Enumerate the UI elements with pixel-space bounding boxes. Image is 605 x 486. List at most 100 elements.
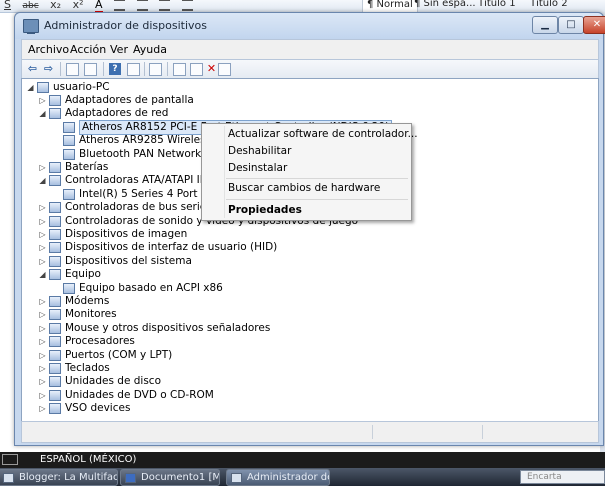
expand-icon[interactable]: ▷ bbox=[38, 389, 47, 402]
menu-item-disable[interactable]: Deshabilitar bbox=[228, 145, 291, 157]
language-bar: ESPAÑOL (MÉXICO) bbox=[0, 452, 605, 468]
expand-icon[interactable]: ▷ bbox=[38, 308, 47, 321]
scan-hardware-icon[interactable] bbox=[149, 63, 162, 76]
tree-node-label: Dispositivos de interfaz de usuario (HID… bbox=[65, 241, 278, 254]
device-manager-icon bbox=[23, 19, 39, 34]
menu-ver[interactable]: Ver bbox=[110, 43, 128, 56]
properties-icon[interactable] bbox=[84, 63, 97, 76]
collapse-icon[interactable]: ◢ bbox=[38, 174, 47, 187]
expand-icon[interactable]: ▷ bbox=[38, 94, 47, 107]
tree-node-label: Baterías bbox=[65, 161, 109, 173]
enable-device-icon[interactable] bbox=[218, 63, 231, 76]
menu-item-properties[interactable]: Propiedades bbox=[228, 204, 302, 216]
menu-item-update-driver[interactable]: Actualizar software de controlador... bbox=[228, 128, 418, 140]
expand-icon[interactable]: ▷ bbox=[38, 322, 47, 335]
view-icon[interactable] bbox=[127, 63, 140, 76]
uninstall-device-icon[interactable]: ✕ bbox=[204, 62, 219, 76]
strike-abc-button[interactable]: abc bbox=[22, 1, 38, 11]
device-icon bbox=[63, 148, 75, 160]
maximize-button[interactable]: □ bbox=[558, 16, 584, 34]
status-bar bbox=[21, 421, 599, 443]
collapse-icon[interactable]: ◢ bbox=[38, 268, 47, 281]
taskbar-item-label: Blogger: La Multifac... bbox=[19, 472, 118, 483]
taskbar-item-word[interactable]: Documento1 [Modo ... bbox=[120, 469, 220, 486]
context-menu: Actualizar software de controlador... De… bbox=[201, 123, 418, 221]
style-heading-2[interactable]: Título 2 bbox=[530, 0, 568, 9]
close-button[interactable]: ✕ bbox=[583, 16, 605, 34]
expand-icon[interactable]: ▷ bbox=[38, 402, 47, 415]
menu-ayuda[interactable]: Ayuda bbox=[133, 43, 167, 56]
style-no-spacing[interactable]: ¶ Sin espa... bbox=[414, 0, 476, 9]
menu-archivo[interactable]: Archivo bbox=[28, 43, 69, 56]
align-right-icon[interactable] bbox=[159, 0, 171, 11]
device-icon bbox=[49, 95, 61, 106]
device-icon bbox=[49, 336, 61, 348]
expand-icon[interactable]: ▷ bbox=[38, 375, 47, 388]
tree-node-label: Puertos (COM y LPT) bbox=[65, 348, 173, 361]
device-icon bbox=[49, 309, 61, 321]
device-icon bbox=[49, 349, 61, 361]
tree-node-label: Procesadores bbox=[65, 335, 135, 348]
tree-node-label: Controladoras ATA/ATAPI IDE bbox=[65, 174, 215, 187]
tree-view-icon[interactable] bbox=[66, 63, 79, 76]
close-icon: ✕ bbox=[592, 19, 602, 30]
collapse-icon[interactable]: ◢ bbox=[26, 81, 35, 94]
expand-icon[interactable]: ▷ bbox=[38, 295, 47, 308]
title-bar[interactable]: Administrador de dispositivos ▁ □ ✕ bbox=[15, 13, 605, 39]
menu-item-uninstall[interactable]: Desinstalar bbox=[228, 162, 287, 174]
context-menu-gutter bbox=[224, 126, 225, 218]
expand-icon[interactable]: ▷ bbox=[38, 161, 47, 174]
device-icon bbox=[49, 296, 61, 307]
minimize-button[interactable]: ▁ bbox=[532, 16, 558, 34]
collapse-icon[interactable]: ◢ bbox=[38, 107, 47, 120]
superscript-button[interactable]: x² bbox=[73, 0, 84, 11]
forward-arrow-icon[interactable]: ⇨ bbox=[41, 62, 56, 76]
device-icon bbox=[49, 229, 61, 240]
computer-icon bbox=[37, 82, 49, 93]
status-cell bbox=[482, 425, 483, 439]
keyboard-icon[interactable] bbox=[2, 454, 18, 465]
align-left-icon[interactable] bbox=[114, 0, 126, 11]
expand-icon[interactable]: ▷ bbox=[38, 241, 47, 254]
expand-icon[interactable]: ▷ bbox=[38, 215, 47, 228]
encarta-search[interactable]: Encarta bbox=[520, 470, 605, 484]
tree-node-label: Módems bbox=[65, 295, 110, 307]
justify-icon[interactable] bbox=[181, 0, 193, 11]
menu-accion[interactable]: Acción bbox=[70, 43, 106, 56]
device-icon bbox=[49, 403, 61, 415]
input-language[interactable]: ESPAÑOL (MÉXICO) bbox=[40, 454, 136, 465]
device-icon bbox=[49, 376, 61, 388]
tree-node-label: Equipo bbox=[65, 268, 101, 281]
expand-icon[interactable]: ▷ bbox=[38, 255, 47, 268]
device-icon bbox=[63, 282, 75, 294]
menu-item-scan-hardware[interactable]: Buscar cambios de hardware bbox=[228, 182, 380, 194]
expand-icon[interactable]: ▷ bbox=[38, 349, 47, 362]
expand-icon[interactable]: ▷ bbox=[38, 201, 47, 214]
tree-node-label: Adaptadores de pantalla bbox=[65, 94, 194, 106]
style-heading-1[interactable]: Título 1 bbox=[478, 0, 516, 9]
taskbar-item-label: Documento1 [Modo ... bbox=[141, 472, 220, 483]
subscript-button[interactable]: x₂ bbox=[50, 0, 61, 11]
expand-icon[interactable]: ▷ bbox=[38, 335, 47, 348]
strikethrough-button[interactable]: S bbox=[4, 0, 11, 11]
minimize-icon: ▁ bbox=[541, 19, 549, 30]
device-icon bbox=[49, 255, 61, 267]
disable-device-icon[interactable] bbox=[190, 63, 203, 76]
tree-node-label: Dispositivos del sistema bbox=[65, 254, 192, 267]
align-center-icon[interactable] bbox=[136, 0, 148, 11]
update-driver-icon[interactable] bbox=[173, 63, 186, 76]
back-arrow-icon[interactable]: ⇦ bbox=[25, 62, 40, 76]
tree-node-label: Unidades de DVD o CD-ROM bbox=[65, 388, 214, 401]
taskbar-item-device-manager[interactable]: Administrador de dis... bbox=[226, 469, 330, 486]
tree-node-label: Adaptadores de red bbox=[65, 107, 169, 120]
device-icon bbox=[63, 188, 75, 200]
taskbar: Blogger: La Multifac... Documento1 [Modo… bbox=[0, 468, 605, 486]
help-icon[interactable]: ? bbox=[109, 63, 121, 75]
browser-icon bbox=[3, 473, 14, 483]
device-icon bbox=[49, 162, 61, 173]
device-icon bbox=[49, 363, 61, 374]
status-cell bbox=[372, 425, 373, 439]
taskbar-item-blogger[interactable]: Blogger: La Multifac... bbox=[0, 469, 118, 486]
expand-icon[interactable]: ▷ bbox=[38, 362, 47, 375]
expand-icon[interactable]: ▷ bbox=[38, 228, 47, 241]
